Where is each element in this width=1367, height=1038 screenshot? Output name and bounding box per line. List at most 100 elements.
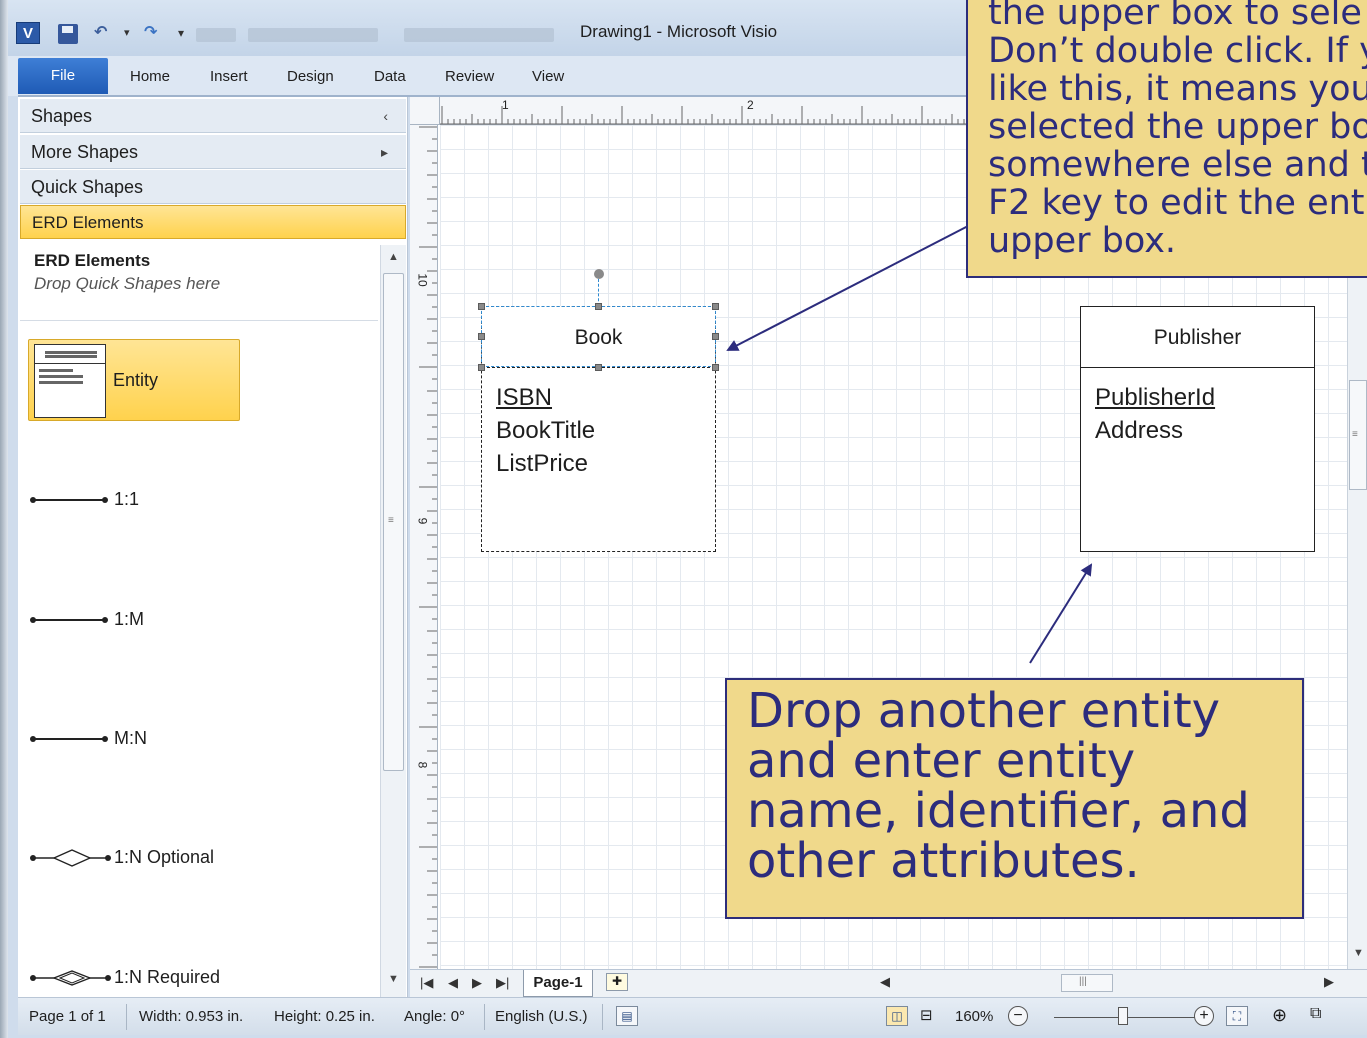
collapse-pane-icon[interactable]: ‹ [383,99,388,133]
quick-shapes-label: Quick Shapes [31,177,144,197]
macro-record-icon[interactable]: ▤ [616,1006,638,1026]
diamond-connector-icon [30,849,111,867]
callout-top-text: the upper box to sele Don’t double click… [988,0,1367,261]
zoom-slider-thumb[interactable] [1118,1007,1128,1025]
previous-page-icon[interactable]: ◀ [448,975,458,991]
rotation-stem [598,279,599,306]
resize-handle[interactable] [478,333,485,340]
entity-publisher-attributes[interactable]: PublisherId Address [1095,381,1215,447]
scroll-down-icon[interactable]: ▼ [388,973,399,985]
pan-zoom-icon[interactable]: ⊕ [1272,1005,1287,1026]
resize-handle[interactable] [595,303,602,310]
resize-handle[interactable] [478,303,485,310]
resize-handle[interactable] [712,364,719,371]
entity-master-icon [34,344,106,418]
visio-logo-icon[interactable]: V [16,22,40,44]
erd-elements-label: ERD Elements [32,213,144,232]
presentation-view-icon[interactable]: ⊟ [920,1006,933,1024]
zoom-slider[interactable] [1054,1017,1204,1018]
customize-quick-access-icon[interactable]: ▾ [178,22,184,44]
next-page-icon[interactable]: ▶ [472,975,482,991]
scroll-left-icon[interactable]: ◀ [880,974,890,990]
save-icon[interactable] [58,24,78,44]
last-page-icon[interactable]: ▶| [496,975,509,991]
master-one-to-n-required-label: 1:N Required [114,967,221,987]
entity-book-attribute: BookTitle [496,417,596,444]
master-one-to-n-optional[interactable] [28,847,128,869]
entity-publisher-name[interactable]: Publisher [1081,307,1314,368]
desktop-edge [0,0,8,1038]
entity-publisher[interactable]: Publisher PublisherId Address [1080,306,1315,552]
fit-page-icon[interactable]: ⛶ [1226,1006,1248,1026]
normal-view-icon[interactable]: ◫ [886,1006,908,1026]
ruler-ticks [419,126,437,968]
redo-icon[interactable]: ↷ [144,22,157,44]
entity-book-attribute: ListPrice [496,450,589,477]
tab-data[interactable]: Data [374,68,406,85]
scroll-up-icon[interactable]: ▲ [388,251,399,263]
shapes-pane-title: Shapes [31,106,93,126]
stencil-title: ERD Elements [34,251,151,270]
resize-handle[interactable] [478,364,485,371]
ruler-label: 9 [415,517,430,525]
scroll-down-icon[interactable]: ▼ [1353,947,1364,959]
master-one-to-n-required[interactable] [28,967,128,989]
double-diamond-connector-icon [30,970,111,986]
switch-windows-icon[interactable]: ⧉ [1310,1005,1321,1023]
master-one-to-n-optional-label: 1:N Optional [114,847,215,867]
entity-book-identifier: ISBN [496,384,553,411]
rotation-handle[interactable] [594,269,604,279]
taskbar-blur [248,28,378,42]
tab-review[interactable]: Review [445,68,494,85]
zoom-level[interactable]: 160% [955,1008,993,1025]
scroll-grip-icon: ≡ [1352,429,1358,440]
more-shapes-menu[interactable]: More Shapes ▸ [20,135,406,169]
master-one-to-one-label: 1:1 [114,489,140,509]
angle-status[interactable]: Angle: 0° [404,1008,465,1025]
tab-home[interactable]: Home [130,68,170,85]
zoom-out-icon[interactable]: − [1008,1006,1028,1026]
master-entity[interactable]: Entity [28,339,240,421]
ruler-label: 1 [502,98,509,112]
page-number-status[interactable]: Page 1 of 1 [29,1008,106,1025]
language-status[interactable]: English (U.S.) [495,1008,588,1025]
entity-book-attributes[interactable]: ISBN BookTitle ListPrice [496,381,595,480]
master-one-to-many-label: 1:M [114,609,145,629]
master-one-to-many[interactable] [28,609,128,631]
width-status[interactable]: Width: 0.953 in. [139,1008,243,1025]
master-many-to-many[interactable] [28,728,128,750]
canvas-horizontal-scrollbar[interactable]: ◀ ||| ▶ [876,972,1336,994]
undo-icon[interactable]: ↶ [94,22,107,44]
undo-dropdown-icon[interactable]: ▾ [124,22,130,44]
height-status[interactable]: Height: 0.25 in. [274,1008,375,1025]
shapes-pane-header[interactable]: Shapes ‹ [20,99,406,133]
master-one-to-one[interactable] [28,489,128,511]
scroll-thumb[interactable] [1061,974,1113,992]
insert-page-icon[interactable]: ✚ [606,973,628,991]
tab-view[interactable]: View [532,68,564,85]
stencil-divider [20,320,378,321]
stencil-scrollbar[interactable]: ▲ ≡ ▼ [380,245,406,997]
erd-elements-stencil-item[interactable]: ERD Elements [20,205,406,239]
page-tab-bar: |◀ ◀ ▶ ▶| Page-1 ✚ ◀ ||| ▶ [410,969,1367,997]
scroll-right-icon[interactable]: ▶ [1324,974,1334,990]
stencil-area: ERD Elements Drop Quick Shapes here Enti… [20,245,406,997]
entity-publisher-attribute: Address [1095,417,1184,444]
callout-instructions-bottom: Drop another entity and enter entity nam… [725,678,1304,919]
tab-design[interactable]: Design [287,68,334,85]
callout-bottom-text: Drop another entity and enter entity nam… [747,683,1250,889]
resize-handle[interactable] [595,364,602,371]
resize-handle[interactable] [712,333,719,340]
callout-instructions-top: the upper box to sele Don’t double click… [966,0,1367,278]
resize-handle[interactable] [712,303,719,310]
zoom-in-icon[interactable]: + [1194,1006,1214,1026]
taskbar-blur [404,28,554,42]
tab-file[interactable]: File [18,58,108,94]
tab-insert[interactable]: Insert [210,68,248,85]
chevron-right-icon: ▸ [380,144,388,160]
first-page-icon[interactable]: |◀ [420,975,433,991]
quick-shapes-item[interactable]: Quick Shapes [20,170,406,204]
ruler-corner [410,97,440,125]
master-many-to-many-label: M:N [114,728,147,748]
tab-page-1[interactable]: Page-1 [523,970,593,997]
